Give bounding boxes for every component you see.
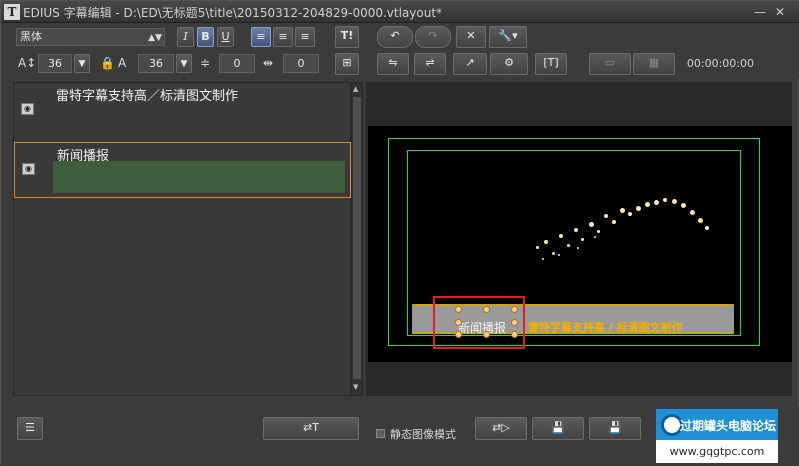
font-width-dropdown[interactable]: ▼ [176,54,192,73]
scroll-up-icon[interactable]: ▲ [353,85,358,93]
watermark-url: www.gqgtpc.com [656,440,778,463]
grid-button[interactable]: ▦ [633,53,675,75]
italic-button[interactable]: I [177,27,194,47]
wrench-icon: 🔧▾ [498,29,518,42]
text-tool-button[interactable]: T! [335,26,359,48]
text-box-icon: [T] [543,56,559,69]
effect-button-1[interactable]: ↗ [453,53,487,75]
grid-icon: ▦ [648,56,660,69]
resize-handle[interactable] [511,319,518,326]
layer-label: 新闻播报 [57,149,110,164]
layer-list: ◉ 雷特字幕支持高／标清图文制作 ◉ 新闻播报 [13,82,351,396]
vertical-text-icon: ⊞ [342,56,352,69]
tools-dropdown-button[interactable]: 🔧▾ [489,26,527,48]
resize-handle[interactable] [483,306,490,313]
redo-icon: ↷ [428,29,438,42]
minimize-button[interactable]: — [753,6,767,19]
layer-item-selected[interactable]: ◉ 新闻播报 [14,142,351,198]
preview-caption-text[interactable]: 雷特字幕支持高 / 标清图文制作 [528,319,683,335]
toolbar: 黑体 ▲▼ I B U ≡ ≡ ≡ T! ↶ ↷ ✕ 🔧▾ A↕ 36 ▼ 🔒 … [1,23,799,78]
redo-button[interactable]: ↷ [415,26,451,48]
play-icon: ⇄▷ [492,421,510,434]
align-center-icon: ≡ [278,30,288,43]
resize-handle[interactable] [511,331,518,338]
delete-button[interactable]: ✕ [456,26,486,48]
chevron-updown-icon: ▲▼ [148,33,162,43]
font-size-dropdown[interactable]: ▼ [74,54,90,73]
chevron-down-icon: ▼ [180,59,188,69]
effect-icon: ↗ [465,56,475,69]
font-width-field[interactable]: 36 [138,54,174,73]
layer-item[interactable]: ◉ 雷特字幕支持高／标清图文制作 [14,83,351,139]
effect-button-2[interactable]: ⚙ [490,53,528,75]
line-spacing-icon: ≑ [200,56,211,70]
static-mode-checkbox[interactable] [376,429,385,438]
resize-handle[interactable] [455,331,462,338]
window-title: EDIUS 字幕编辑 - D:\ED\无标题5\title\20150312-2… [23,6,443,20]
preview-panel: 新闻播报 雷特字幕支持高 / 标清图文制作 [366,82,792,396]
save-as-icon: 💾 [608,421,622,434]
save-icon: 💾 [551,421,565,434]
resize-handle[interactable] [455,319,462,326]
apply-to-timeline-button[interactable]: ⇄T [263,417,359,440]
lock-icon[interactable]: 🔒 [100,56,115,70]
title-editor-window: T EDIUS 字幕编辑 - D:\ED\无标题5\title\20150312… [0,0,799,466]
eye-icon[interactable]: ◉ [21,103,34,115]
insert-text-icon: ⇄T [303,421,319,434]
layer-label: 雷特字幕支持高／标清图文制作 [56,89,239,104]
font-size-field[interactable]: 36 [38,54,72,73]
close-button[interactable]: ✕ [773,6,787,19]
font-width-icon: A [118,56,127,70]
safe-area-icon: ▭ [604,56,616,69]
motion-out-icon: ⇌ [425,56,435,69]
font-size-icon: A↕ [18,56,37,70]
chevron-down-icon: ▼ [78,59,86,69]
motion-in-icon: ⇋ [388,56,398,69]
layer-highlight [53,161,345,193]
vertical-text-button[interactable]: ⊞ [335,53,359,75]
underline-button[interactable]: U [217,27,234,47]
undo-icon: ↶ [390,29,400,42]
watermark-title: 过期罐头电脑论坛 [680,419,777,433]
char-spacing-field[interactable]: 0 [283,54,319,73]
char-spacing-icon: ⇹ [263,56,274,70]
safe-area-button[interactable]: ▭ [589,53,631,75]
resize-handle[interactable] [511,306,518,313]
timecode: 00:00:00:00 [686,57,754,70]
motion-out-button[interactable]: ⇌ [414,53,446,75]
align-left-icon: ≡ [256,30,266,43]
eye-icon[interactable]: ◉ [22,163,35,175]
layer-list-button[interactable]: ☰ [17,417,43,440]
line-spacing-field[interactable]: 0 [219,54,255,73]
scissors-icon: ✕ [466,29,476,42]
text-box-button[interactable]: [T] [535,53,567,75]
list-icon: ☰ [25,421,35,434]
undo-button[interactable]: ↶ [377,26,413,48]
bold-button[interactable]: B [197,27,214,47]
effect-settings-icon: ⚙ [504,56,514,69]
text-tool-icon: T! [340,29,354,42]
motion-in-button[interactable]: ⇋ [377,53,409,75]
layer-scrollbar[interactable]: ▲ ▼ [351,82,363,396]
font-select[interactable]: 黑体 ▲▼ [16,28,165,46]
title-bar: T EDIUS 字幕编辑 - D:\ED\无标题5\title\20150312… [1,1,799,23]
app-icon: T [4,4,20,20]
save-as-button[interactable]: 💾 [589,417,641,440]
align-left-button[interactable]: ≡ [251,27,271,47]
preview-canvas[interactable]: 新闻播报 雷特字幕支持高 / 标清图文制作 [368,126,792,362]
font-name: 黑体 [20,30,42,43]
scroll-thumb[interactable] [353,97,361,379]
resize-handle[interactable] [483,331,490,338]
align-right-button[interactable]: ≡ [295,27,315,47]
scroll-down-icon[interactable]: ▼ [353,383,358,391]
align-right-icon: ≡ [300,30,310,43]
save-button[interactable]: 💾 [532,417,584,440]
resize-handle[interactable] [455,306,462,313]
align-center-button[interactable]: ≡ [273,27,293,47]
static-mode-label: 静态图像模式 [390,428,456,441]
forum-watermark: 过期罐头电脑论坛 www.gqgtpc.com [656,409,778,463]
play-button[interactable]: ⇄▷ [475,417,527,440]
